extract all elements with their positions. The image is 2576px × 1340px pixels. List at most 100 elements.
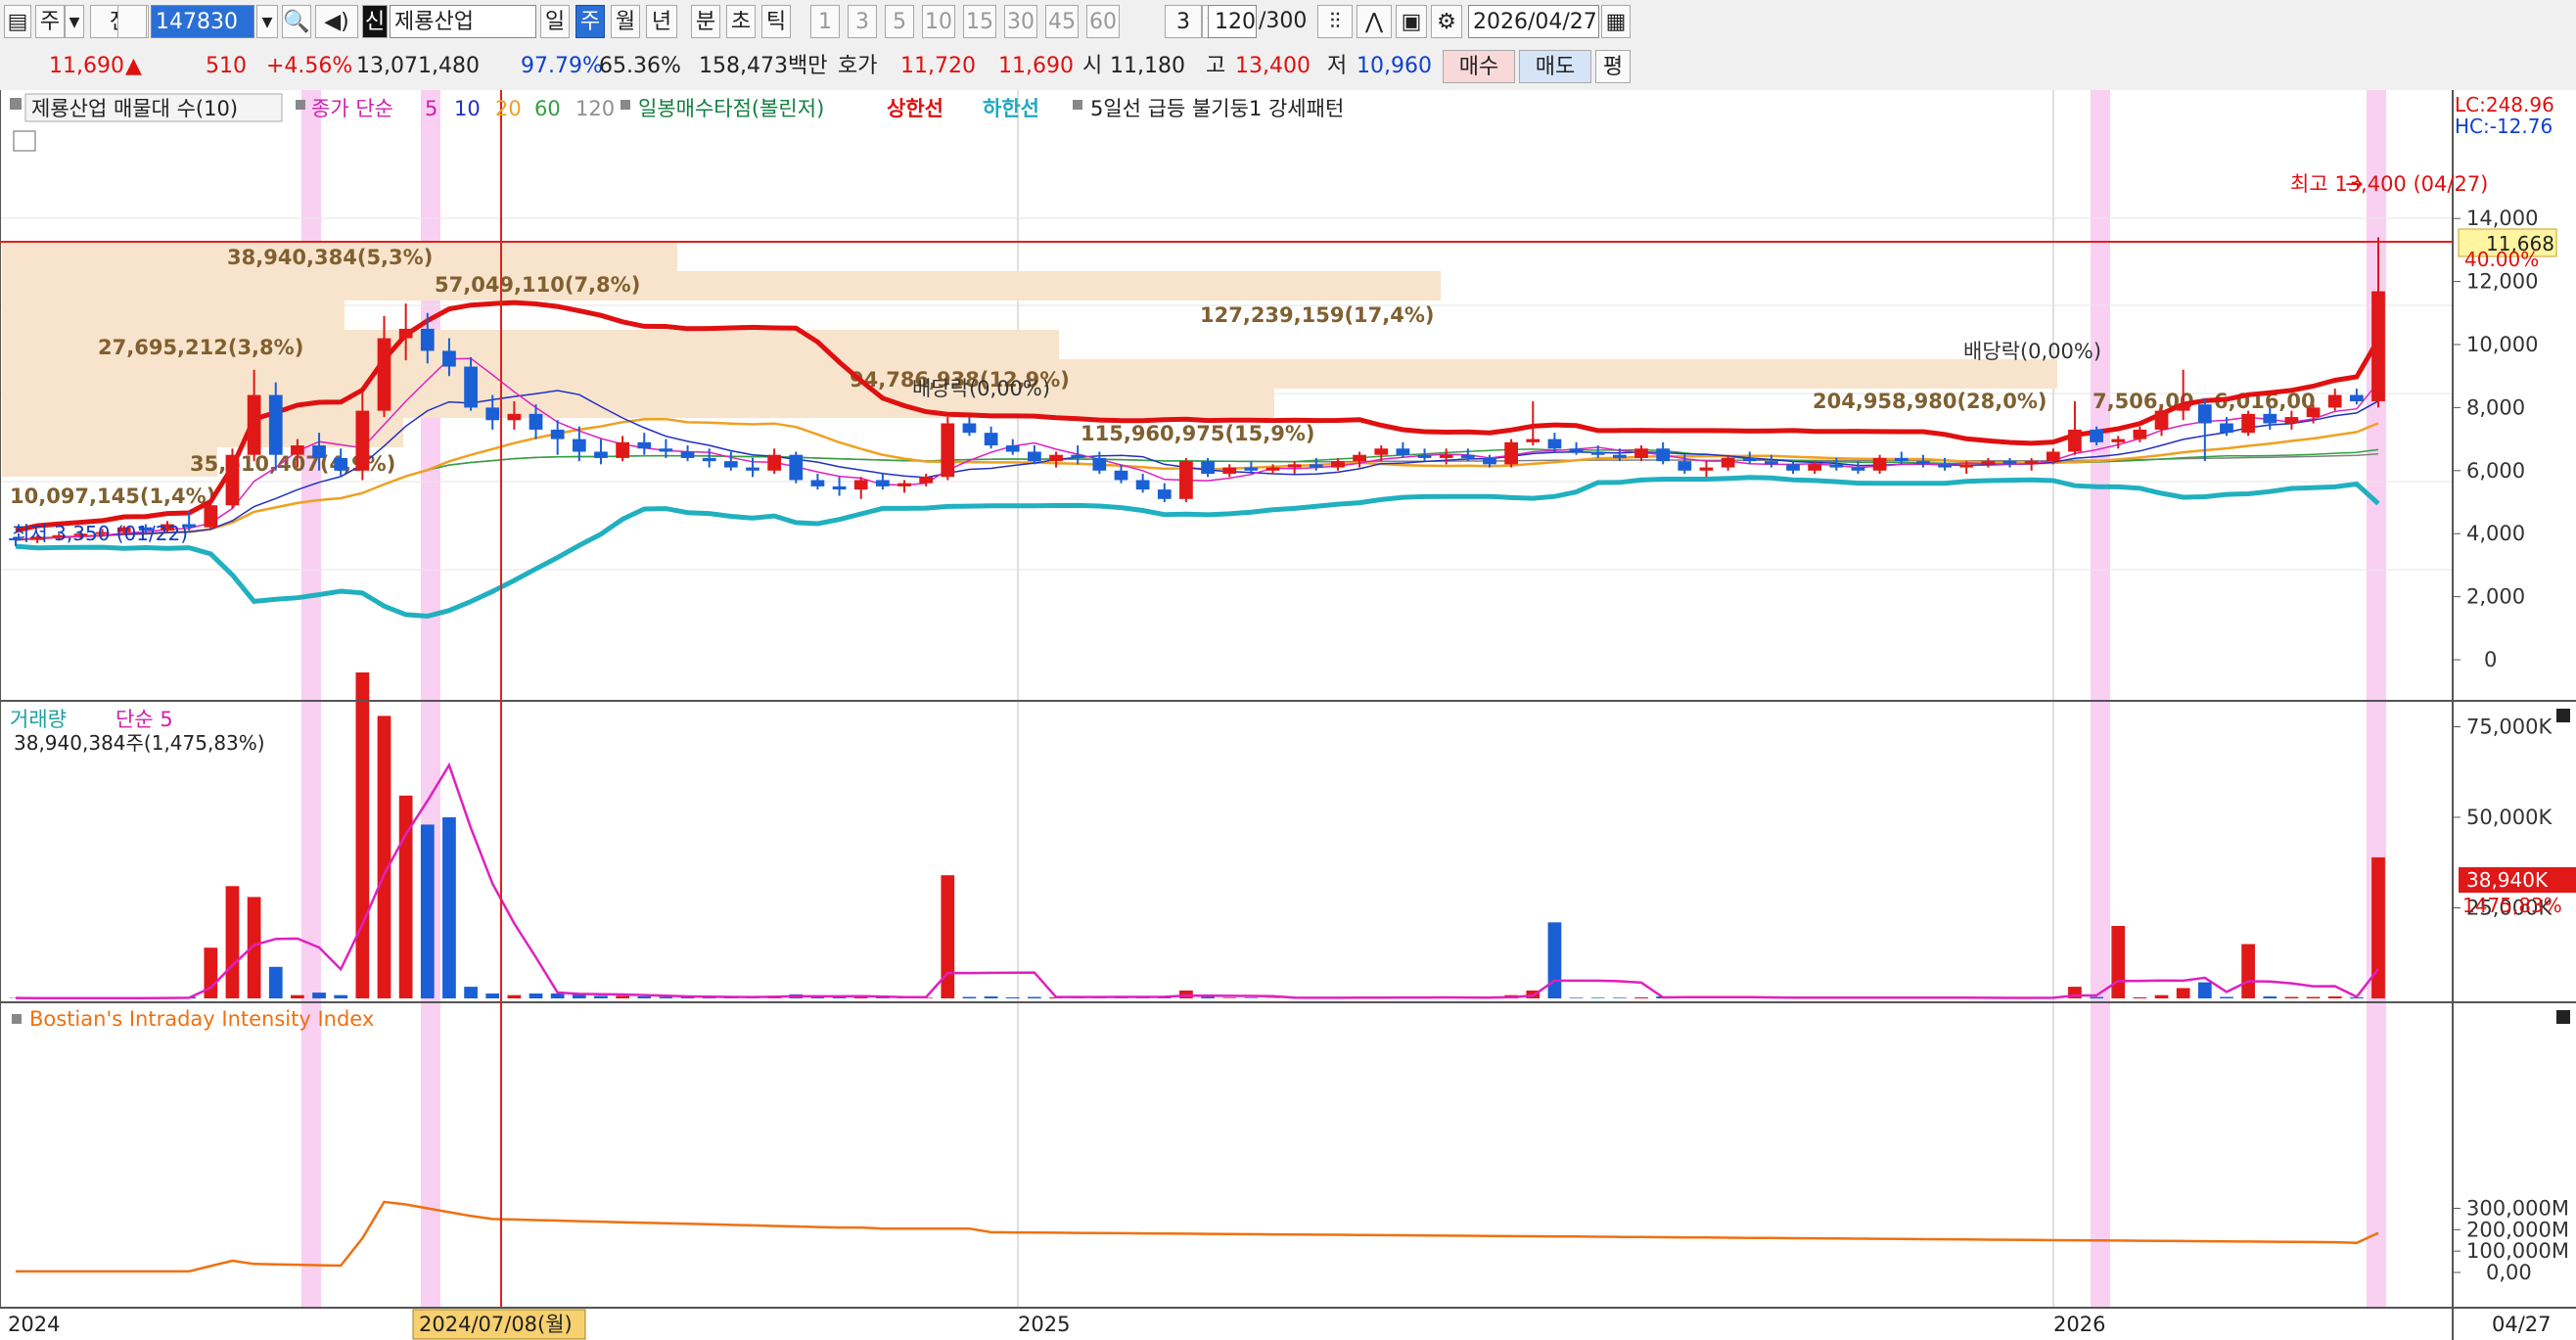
layout-icon[interactable]: ▤ [4, 5, 31, 38]
volume-bar [2241, 944, 2255, 998]
bii-tick-label: 300,000M [2466, 1196, 2569, 1220]
candle-body [1114, 470, 1128, 481]
buy-button[interactable]: 매수 [1443, 50, 1515, 83]
interval-button-30[interactable]: 30 [1004, 5, 1037, 38]
speaker-icon[interactable]: ◀) [315, 5, 358, 38]
candle-body [919, 477, 934, 484]
price-tick-label: 12,000 [2466, 270, 2538, 294]
candle-type-icon[interactable]: ⫶⫶ [1317, 5, 1353, 38]
candle-body [1396, 448, 1410, 455]
candle-body [291, 445, 304, 455]
volume-bar [1244, 997, 1259, 998]
pattern-legend: 5일선 급등 불기둥1 강세패턴 [1090, 97, 1344, 120]
code-dropdown-chevron-icon[interactable]: ▼ [256, 5, 278, 38]
search-icon[interactable]: 🔍 [282, 5, 311, 38]
open-label: 시 [1082, 54, 1103, 78]
close-icon[interactable] [2556, 1010, 2570, 1024]
avg-button[interactable]: 평 [1595, 50, 1631, 83]
stock-chart[interactable]: 38,940,384(5,3%)57,049,110(7,8%) 127,239,… [0, 90, 2576, 1340]
period-tab-4[interactable]: 분 [691, 5, 720, 38]
market-select[interactable]: 주 [35, 5, 65, 38]
save-icon[interactable]: ▣ [1396, 5, 1427, 38]
candle-body [1179, 461, 1193, 499]
volume-bar [464, 987, 478, 998]
candle-body [832, 485, 847, 490]
candle-body [572, 439, 586, 452]
dividend-label-2025: 배당락(0,00%) [912, 377, 1050, 400]
gear-icon[interactable]: ⚙ [1431, 5, 1462, 38]
candle-body [464, 366, 478, 408]
candle-body [1526, 439, 1541, 442]
interval-button-1[interactable]: 1 [810, 5, 840, 38]
volume-bar [507, 994, 522, 998]
profile-band [2, 389, 1274, 418]
dividend-label-2026: 배당락(0,00%) [1963, 340, 2101, 363]
arrow-right-icon: → [2345, 172, 2363, 197]
x-right-date: 04/27 [2492, 1313, 2552, 1336]
legend-marker-icon [621, 100, 630, 110]
jeon-select[interactable] [117, 5, 147, 38]
period-tab-5[interactable]: 초 [726, 5, 756, 38]
candle-body [1135, 480, 1150, 490]
close-icon[interactable] [2556, 709, 2570, 722]
candle-body [594, 451, 608, 458]
volume-bar [2371, 856, 2385, 998]
calendar-icon[interactable]: ▦ [1601, 5, 1631, 38]
candle-body [312, 445, 326, 458]
interval-button-15[interactable]: 15 [963, 5, 996, 38]
volume-tick-label: 75,000K [2466, 716, 2553, 739]
candle-body [746, 467, 759, 471]
cursor-date: 2024/07/08(월) [419, 1313, 573, 1336]
grid-toggle-icon[interactable] [13, 130, 36, 152]
period-tab-1[interactable]: 주 [575, 5, 605, 38]
profile-label: 127,239,159(17,4%) [1200, 303, 1435, 327]
price-tick-label: 0 [2484, 648, 2497, 671]
candle-body [2068, 429, 2082, 452]
candle-body [1916, 461, 1930, 465]
candle-body [1331, 461, 1345, 468]
candle-body [1981, 461, 1996, 465]
sell-button[interactable]: 매도 [1519, 50, 1591, 83]
stock-name-field[interactable]: 제룡산업 [390, 5, 536, 38]
candle-body [2046, 451, 2060, 462]
period-tab-2[interactable]: 월 [611, 5, 640, 38]
volume-bar [2154, 994, 2169, 998]
period-tab-6[interactable]: 틱 [761, 5, 791, 38]
candle-body [225, 454, 240, 506]
highlight-column [2091, 90, 2110, 1308]
volume-bar [225, 886, 240, 998]
interval-value-field[interactable]: 3 [1165, 5, 1202, 38]
candle-body [2133, 429, 2147, 439]
line-chart-icon[interactable]: ⋀ [1357, 5, 1392, 38]
volume-bar [659, 996, 673, 998]
volume-tag-value: 38,940K [2466, 868, 2549, 892]
period-tab-3[interactable]: 년 [646, 5, 677, 38]
candle-body [2263, 413, 2277, 424]
up-arrow-icon: ▲ [125, 54, 142, 78]
interval-button-10[interactable]: 10 [922, 5, 955, 38]
interval-button-60[interactable]: 60 [1086, 5, 1120, 38]
interval-button-45[interactable]: 45 [1045, 5, 1079, 38]
candle-body [1612, 454, 1627, 458]
interval-button-5[interactable]: 5 [885, 5, 914, 38]
period-tab-0[interactable]: 일 [540, 5, 570, 38]
candle-body [876, 480, 890, 486]
interval-button-3[interactable]: 3 [848, 5, 877, 38]
stock-code-input[interactable]: 147830 [151, 5, 254, 38]
date-input[interactable]: 2026/04/27 [1468, 5, 1599, 38]
volume-bar [1222, 997, 1237, 998]
count-input[interactable]: 120 [1208, 5, 1257, 38]
volume-bar [594, 995, 608, 998]
volume-bar [2327, 995, 2342, 998]
volume-bar [1590, 997, 1605, 998]
candle-body [1938, 464, 1952, 468]
candle-body [1872, 457, 1887, 471]
candle-body [2111, 439, 2126, 442]
candle-body [941, 423, 955, 478]
chevron-down-icon[interactable]: ▼ [65, 5, 84, 38]
candle-body [1092, 457, 1107, 471]
candle-body [507, 413, 522, 421]
candle-body [1569, 448, 1584, 452]
candle-body [2220, 423, 2233, 434]
lc-value: LC:248.96 [2455, 93, 2554, 116]
